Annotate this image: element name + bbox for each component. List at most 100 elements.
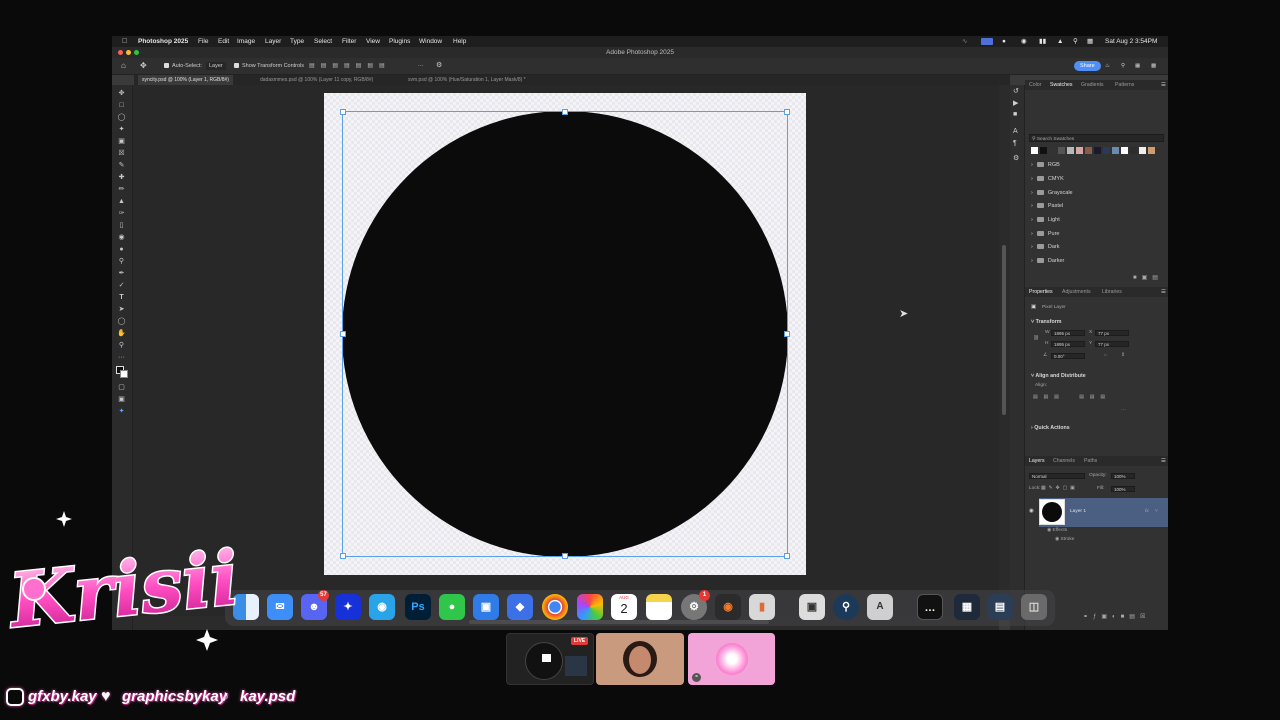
flip-vertical-icon[interactable]: ⇕ (1121, 353, 1125, 358)
swatch-folder[interactable]: › Pure (1031, 229, 1059, 239)
notifications-icon[interactable]: ♨ (1105, 58, 1110, 74)
webcam-thumbnail[interactable] (596, 633, 684, 685)
width-field[interactable]: 1895 px (1051, 330, 1085, 336)
frame-tool-icon[interactable]: ☒ (117, 150, 126, 157)
crop-tool-icon[interactable]: ▣ (117, 138, 126, 145)
pen-tool-icon[interactable]: ✓ (117, 282, 126, 289)
app-icon[interactable]: ▦ (954, 594, 980, 620)
hand-tool-icon[interactable]: ✋ (117, 330, 126, 337)
layers-panel-actions[interactable]: ⚭ƒ▣◐■▤☒ (1083, 613, 1150, 620)
transform-bounding-box[interactable] (340, 109, 790, 559)
control-center-icon[interactable]: ▦ (1087, 36, 1093, 47)
tab-patterns[interactable]: Patterns (1115, 80, 1134, 90)
menu-file[interactable]: File (198, 36, 208, 47)
color-swatch[interactable] (1121, 147, 1128, 154)
path-selection-tool-icon[interactable]: ➤ (117, 306, 126, 313)
status-icon[interactable]: ∿ (962, 36, 967, 47)
color-swatch[interactable] (1085, 147, 1092, 154)
eraser-tool-icon[interactable]: ▯ (117, 222, 126, 229)
gear-icon[interactable]: ⚙ (436, 58, 442, 74)
logo-thumbnail[interactable]: ⚬ (688, 633, 775, 685)
color-swatch[interactable] (1058, 147, 1065, 154)
color-swatch[interactable] (1130, 147, 1137, 154)
status-icon[interactable]: ◉ (1021, 36, 1027, 47)
transform-handle[interactable] (340, 553, 346, 559)
search-icon[interactable]: ⚲ (1073, 36, 1078, 47)
vertical-scrollbar[interactable] (999, 85, 1010, 616)
app-icon[interactable]: ▮ (749, 594, 775, 620)
align-buttons[interactable]: ▤▤▤ ▤▤▤ (1033, 395, 1111, 400)
tab-gradients[interactable]: Gradients (1081, 80, 1104, 90)
tab-swatches[interactable]: Swatches (1050, 80, 1073, 90)
color-swatch[interactable] (1031, 147, 1038, 154)
height-field[interactable]: 1895 px (1051, 341, 1085, 347)
panel-menu-icon[interactable]: ☰ (1161, 80, 1166, 90)
panel-menu-icon[interactable]: ☰ (1161, 287, 1166, 297)
zoom-button[interactable] (134, 50, 139, 55)
auto-select-dropdown[interactable]: Layer (206, 62, 226, 70)
system-settings-icon[interactable]: ⚙ 1 (681, 590, 710, 620)
align-section-title[interactable]: ˅ Align and Distribute (1031, 373, 1086, 379)
tab-document-1[interactable]: syncity.psd @ 100% (Layer 1, RGB/8#) (138, 75, 233, 85)
color-swatch[interactable] (1076, 147, 1083, 154)
tab-channels[interactable]: Channels (1053, 456, 1075, 466)
terminal-icon[interactable]: … (917, 594, 943, 620)
swatch-folder[interactable]: › Light (1031, 215, 1060, 225)
app-icon[interactable]: ▣ (473, 594, 499, 620)
photoshop-icon[interactable]: Ps (405, 594, 431, 620)
character-icon[interactable]: A (1013, 128, 1018, 135)
layer-name[interactable]: Layer 1 (1070, 509, 1086, 514)
align-icons[interactable]: ▤▤▤▤▤▤▤ (309, 58, 391, 74)
menu-type[interactable]: Type (290, 36, 304, 47)
pen-tool-icon[interactable]: ✒ (117, 270, 126, 277)
healing-brush-tool-icon[interactable]: ✚ (117, 174, 126, 181)
brush-tool-icon[interactable]: ✏ (117, 186, 126, 193)
chrome-icon[interactable] (542, 594, 568, 620)
zoom-tool-icon[interactable]: ⚲ (117, 342, 126, 349)
move-tool-icon[interactable]: ✥ (140, 58, 147, 74)
swatch-folder[interactable]: › Darker (1031, 256, 1064, 266)
scrollbar-thumb[interactable] (1002, 245, 1006, 415)
calendar-icon[interactable]: AUG 2 (611, 594, 637, 620)
menu-layer[interactable]: Layer (265, 36, 281, 47)
edit-toolbar-icon[interactable]: ··· (117, 354, 126, 361)
menu-edit[interactable]: Edit (218, 36, 229, 47)
more-options-icon[interactable]: ··· (1121, 408, 1126, 413)
menu-filter[interactable]: Filter (342, 36, 356, 47)
color-swatch[interactable] (1049, 147, 1056, 154)
swatch-folder[interactable]: › RGB (1031, 160, 1060, 170)
visibility-eye-icon[interactable]: ◉ (1029, 508, 1034, 514)
transform-section-title[interactable]: ˅ Transform (1031, 319, 1061, 325)
transform-handle[interactable] (784, 553, 790, 559)
lock-buttons[interactable]: ▦✎✥▢▣ (1041, 486, 1078, 491)
link-icon[interactable]: ⛓ (1033, 336, 1039, 341)
arrange-icon[interactable]: ▩ (1151, 58, 1156, 74)
x-field[interactable]: 77 px (1095, 330, 1129, 336)
blender-icon[interactable]: ◉ (715, 594, 741, 620)
messages-icon[interactable]: ● (439, 594, 465, 620)
screen-mode-icon[interactable]: ▣ (117, 396, 126, 403)
blend-mode-dropdown[interactable]: Normal (1029, 473, 1085, 479)
type-tool-icon[interactable]: T (117, 294, 126, 301)
notes-icon[interactable] (646, 594, 672, 620)
wifi-icon[interactable]: ▲ (1057, 36, 1063, 47)
swatch-search-input[interactable]: ⚲ Search Swatches (1029, 134, 1164, 142)
history-icon[interactable]: ↺ (1013, 87, 1019, 95)
app-icon[interactable]: ▤ (987, 594, 1013, 620)
play-icon[interactable]: ▶ (1013, 99, 1018, 107)
battery-icon[interactable]: ▮▮ (1039, 36, 1046, 47)
minimize-button[interactable] (126, 50, 131, 55)
flip-horizontal-icon[interactable]: ⇔ (1103, 353, 1108, 358)
stroke-row[interactable]: ◉ Stroke (1055, 537, 1074, 542)
history-brush-tool-icon[interactable]: ✑ (117, 210, 126, 217)
move-tool-icon[interactable]: ✥ (117, 90, 126, 97)
transform-handle[interactable] (562, 109, 568, 115)
app-icon[interactable]: ◆ (507, 594, 533, 620)
swatch-folder[interactable]: › Grayscale (1031, 188, 1073, 198)
trash-icon[interactable]: ◫ (1021, 594, 1047, 620)
stamp-tool-icon[interactable]: ▲ (117, 198, 126, 205)
menu-help[interactable]: Help (453, 36, 466, 47)
tab-color[interactable]: Color (1029, 80, 1041, 90)
screen-share-icon[interactable] (981, 38, 993, 45)
comment-icon[interactable]: ■ (1013, 111, 1017, 118)
